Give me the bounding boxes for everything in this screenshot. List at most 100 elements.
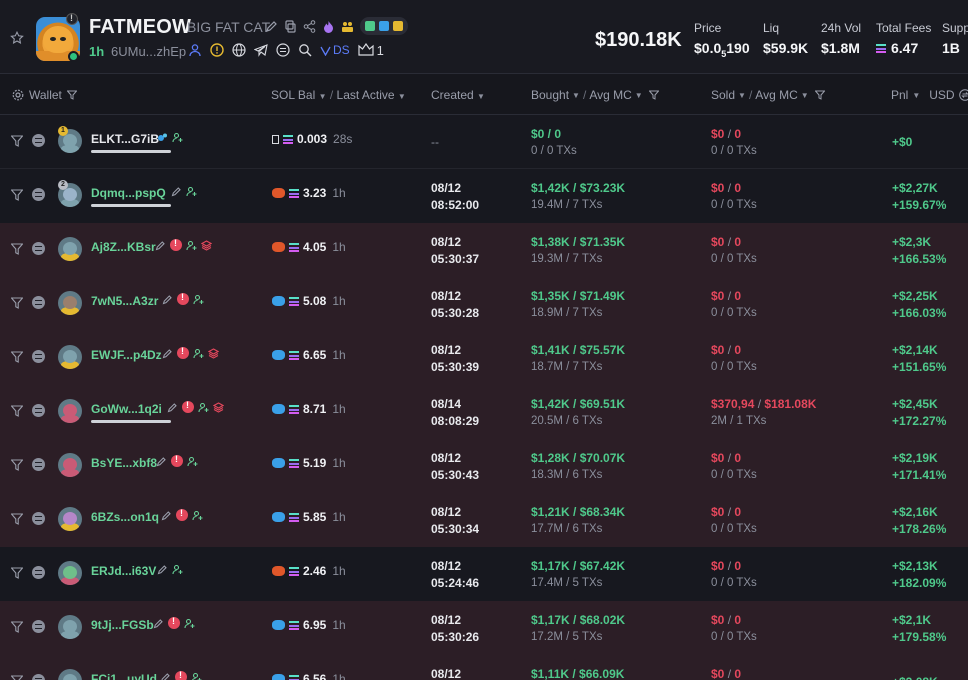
menu-icon[interactable] xyxy=(32,134,45,147)
table-row[interactable]: 2 Dqmq...pspQ 3.23 1h 08/12 08:52:00 $1,42K / … xyxy=(0,169,968,223)
edit-icon[interactable] xyxy=(162,294,173,305)
share-icon[interactable] xyxy=(303,19,316,33)
wallet-address[interactable]: ERJd...i63V xyxy=(91,564,156,578)
filter-icon[interactable] xyxy=(66,90,77,100)
filter-icon[interactable] xyxy=(11,675,23,680)
last-active-header-label[interactable]: Last Active xyxy=(337,88,395,102)
menu-icon[interactable] xyxy=(32,566,45,579)
table-row[interactable]: FCi1...uyUd 6.56 1h 08/12 $1,11K / $66.09K $0… xyxy=(0,655,968,680)
created-time: 08/12 05:30:39 xyxy=(431,343,480,374)
filter-icon[interactable] xyxy=(11,189,23,201)
created-column-header[interactable]: Created ▼ xyxy=(431,88,485,102)
edit-icon[interactable] xyxy=(156,456,167,467)
copy-icon[interactable] xyxy=(284,19,297,33)
menu-icon[interactable] xyxy=(32,404,45,417)
add-user-icon[interactable] xyxy=(186,240,197,251)
edit-icon[interactable] xyxy=(162,348,173,359)
currency-toggle[interactable]: USD xyxy=(929,88,954,102)
add-user-icon[interactable] xyxy=(172,132,183,143)
wallet-address[interactable]: GoWw...1q2i xyxy=(91,402,162,416)
edit-icon[interactable] xyxy=(155,240,166,251)
table-row[interactable]: GoWw...1q2i 8.71 1h 08/1408:08:29 $1,42K / $… xyxy=(0,385,968,439)
filter-icon[interactable] xyxy=(11,459,23,471)
menu-icon[interactable] xyxy=(32,458,45,471)
dexscreener-link[interactable]: DS xyxy=(320,43,350,57)
settings-icon[interactable] xyxy=(12,89,24,101)
menu-icon[interactable] xyxy=(32,296,45,309)
add-user-icon[interactable] xyxy=(172,564,183,575)
wallet-avatar xyxy=(58,345,82,369)
filter-icon[interactable] xyxy=(814,90,825,100)
menu-icon[interactable] xyxy=(32,350,45,363)
filter-icon[interactable] xyxy=(11,513,23,525)
wallet-column-header[interactable]: Wallet xyxy=(12,88,77,102)
edit-icon[interactable] xyxy=(265,20,278,33)
wallet-underline xyxy=(91,150,171,153)
filter-icon[interactable] xyxy=(11,405,23,417)
table-row[interactable]: 9tJj...FGSb 6.95 1h 08/1205:30:26 $1,17K / $… xyxy=(0,601,968,655)
token-address[interactable]: 6UMu...zhEp xyxy=(111,44,186,59)
edit-icon[interactable] xyxy=(153,618,164,629)
wallet-address[interactable]: FCi1...uyUd xyxy=(91,672,157,680)
wallet-address[interactable]: ELKT...G7iB xyxy=(91,132,159,146)
table-row[interactable]: BsYE...xbf8 5.19 1h 08/1205:30:43 $1,28K / $… xyxy=(0,439,968,493)
filter-icon[interactable] xyxy=(11,297,23,309)
add-user-icon[interactable] xyxy=(193,294,204,305)
sol-balance-column-header[interactable]: SOL Bal ▼ / Last Active ▼ xyxy=(271,88,406,102)
list-icon[interactable] xyxy=(276,43,290,57)
filter-icon[interactable] xyxy=(648,90,659,100)
swap-icon[interactable] xyxy=(958,89,968,101)
filter-icon[interactable] xyxy=(11,351,23,363)
bought-avg-mc-label[interactable]: Avg MC xyxy=(589,88,631,102)
star-icon[interactable] xyxy=(10,31,24,45)
pnl-column-header[interactable]: Pnl ▼ USD xyxy=(891,88,968,102)
search-icon[interactable] xyxy=(298,43,312,57)
wallet-address[interactable]: 7wN5...A3zr xyxy=(91,294,158,308)
menu-icon[interactable] xyxy=(32,674,45,680)
filter-icon[interactable] xyxy=(11,567,23,579)
holders-count[interactable]: 1 xyxy=(358,43,384,58)
table-row[interactable]: EWJF...p4Dz 6.65 1h 08/1205:30:39 $1,41K / $… xyxy=(0,331,968,385)
table-row[interactable]: ERJd...i63V 2.46 1h 08/12 05:24:46 $1,17K / $… xyxy=(0,547,968,601)
wallet-address[interactable]: 9tJj...FGSb xyxy=(91,618,154,632)
user-icon[interactable] xyxy=(188,43,202,57)
edit-icon[interactable] xyxy=(161,510,172,521)
last-active: 1h xyxy=(332,240,346,254)
add-user-icon[interactable] xyxy=(187,456,198,467)
sort-caret-icon: ▼ xyxy=(800,90,809,100)
wallet-address[interactable]: Dqmq...pspQ xyxy=(91,186,166,200)
wallet-address[interactable]: EWJF...p4Dz xyxy=(91,348,162,362)
add-user-icon[interactable] xyxy=(186,186,197,197)
table-row[interactable]: Aj8Z...KBsr 4.05 1h 08/1205:30:37 $1,38K / $… xyxy=(0,223,968,277)
globe-icon[interactable] xyxy=(232,43,246,57)
wallet-address[interactable]: BsYE...xbf8 xyxy=(91,456,157,470)
telegram-icon[interactable] xyxy=(254,43,268,57)
add-user-icon[interactable] xyxy=(184,618,195,629)
add-user-icon[interactable] xyxy=(198,402,209,413)
table-row[interactable]: 6BZs...on1q 5.85 1h 08/1205:30:34 $1,21K / $… xyxy=(0,493,968,547)
table-row[interactable]: 1 ELKT...G7iB 0.003 28s -- $0 / 00 / 0 TXs $0 … xyxy=(0,115,968,169)
wallet-address[interactable]: Aj8Z...KBsr xyxy=(91,240,156,254)
menu-icon[interactable] xyxy=(32,242,45,255)
add-user-icon[interactable] xyxy=(193,348,204,359)
warning-icon[interactable] xyxy=(210,43,224,57)
wallet-address[interactable]: 6BZs...on1q xyxy=(91,510,159,524)
sold-column-header[interactable]: Sold ▼ / Avg MC ▼ xyxy=(711,88,825,102)
filter-icon[interactable] xyxy=(11,243,23,255)
bought-column-header[interactable]: Bought ▼ / Avg MC ▼ xyxy=(531,88,659,102)
wallet-source-icon xyxy=(272,458,285,468)
menu-icon[interactable] xyxy=(32,188,45,201)
add-user-icon[interactable] xyxy=(192,510,203,521)
edit-icon[interactable] xyxy=(171,186,182,197)
edit-icon[interactable] xyxy=(160,672,171,680)
edit-icon[interactable] xyxy=(157,564,168,575)
filter-icon[interactable] xyxy=(11,621,23,633)
filter-icon[interactable] xyxy=(11,135,23,147)
menu-icon[interactable] xyxy=(32,512,45,525)
menu-icon[interactable] xyxy=(32,620,45,633)
add-user-icon[interactable] xyxy=(191,672,202,680)
table-row[interactable]: 7wN5...A3zr 5.08 1h 08/1205:30:28 $1,35K / $… xyxy=(0,277,968,331)
sold-avg-mc-label[interactable]: Avg MC xyxy=(755,88,797,102)
socials-pill[interactable] xyxy=(360,17,408,35)
edit-icon[interactable] xyxy=(167,402,178,413)
